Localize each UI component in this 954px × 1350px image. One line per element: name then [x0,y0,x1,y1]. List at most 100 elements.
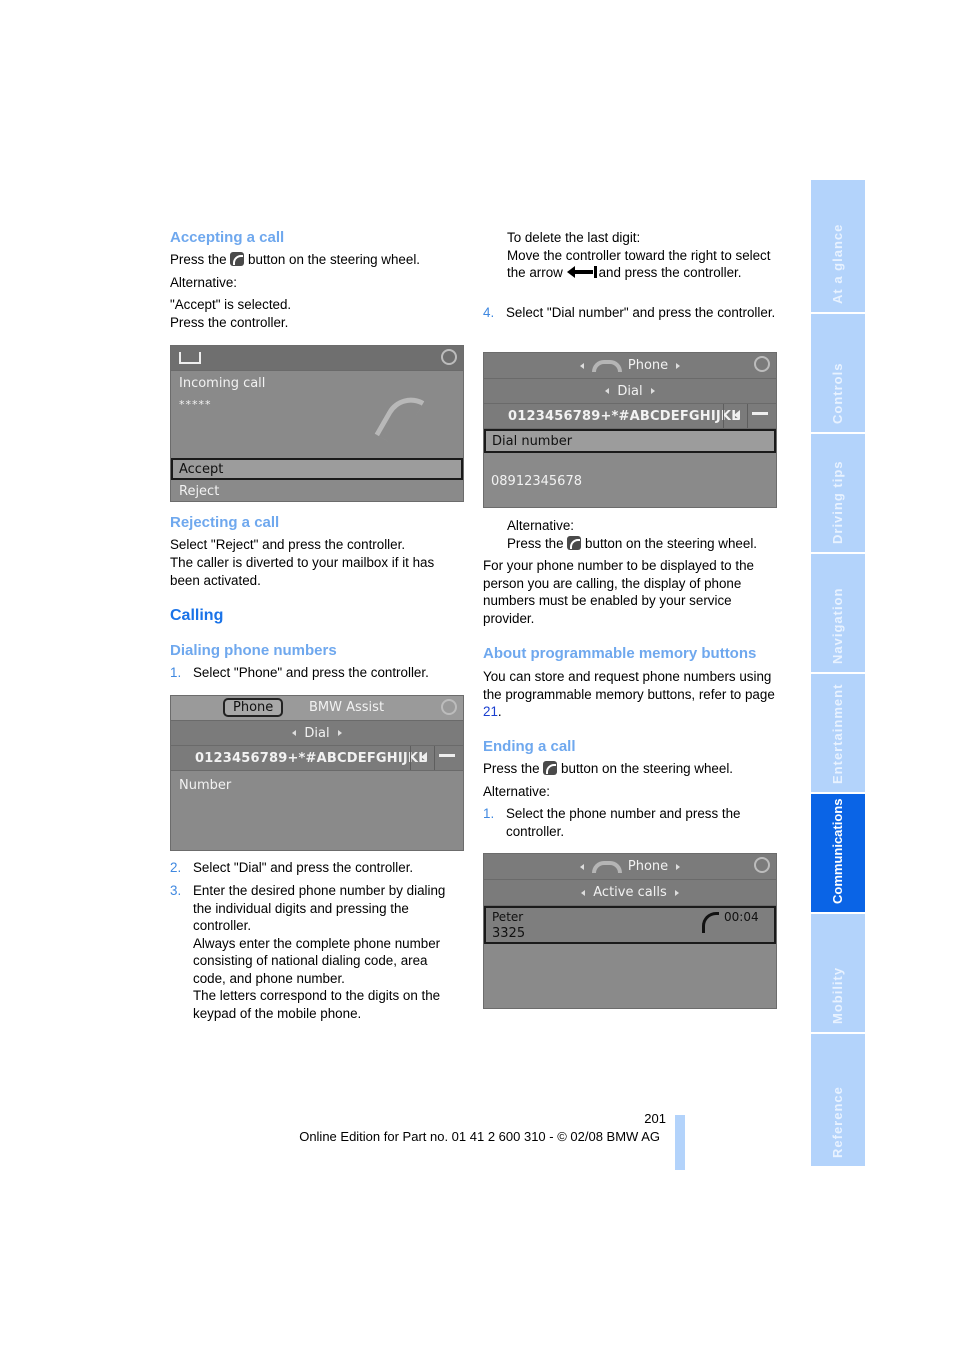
accepting-alternative: Alternative: [170,275,237,290]
step-number: 1. [170,665,182,680]
handset-icon [374,387,425,448]
dialing-step-3: 3. Enter the desired phone number by dia… [170,882,462,1022]
arrow-right-icon [676,362,681,369]
dial-number-screen: Phone Dial 0123456789+*#ABCDEFGHIJKL Dia… [483,352,777,508]
arrow-left-icon [581,889,586,896]
header-label: Phone [627,859,669,874]
phone-menu-screen: Phone BMW Assist Dial 0123456789+*#ABCDE… [170,695,464,851]
screen-header: Phone [484,353,776,379]
cursor-left-icon[interactable] [734,410,740,420]
tab-label: Driving tips [830,460,845,544]
dial-alternative: Alternative: Press the button on the ste… [507,517,782,552]
step-number: 3. [170,883,182,898]
step-text: Select "Dial number" and press the contr… [506,305,776,320]
accepting-instruction: Press the button on the steering wheel. [170,251,470,269]
phone-button-icon [567,535,582,550]
option-accept[interactable]: Accept [171,458,463,480]
step-text: Select "Dial" and press the controller. [193,860,414,875]
page-link[interactable]: 21 [483,704,498,719]
dialing-step-4: 4. Select "Dial number" and press the co… [483,304,778,322]
divider [723,404,724,428]
heading-memory-buttons: About programmable memory buttons [483,645,757,662]
delete-arrow-icon[interactable] [439,754,455,757]
dialing-step-2: 2. Select "Dial" and press the controller… [170,859,470,877]
ending-step-1: 1. Select the phone number and press the… [483,805,778,840]
display-number-note: For your phone number to be displayed to… [483,558,754,626]
side-tab-driving-tips[interactable]: Driving tips [811,434,865,552]
heading-rejecting-call: Rejecting a call [170,514,280,531]
rejecting-instruction: Select "Reject" and press the controller… [170,537,406,552]
keypad-bar[interactable]: 0123456789+*#ABCDEFGHIJKL [171,746,463,771]
alternative-text: Press the button on the steering wheel. [507,535,782,553]
screen-header [171,346,463,371]
step-note-complete-number: Always enter the complete phone number c… [193,935,441,986]
arrow-right-icon [650,388,655,394]
text: Press the [507,535,564,551]
side-tab-controls[interactable]: Controls [811,314,865,432]
side-tab-communications[interactable]: Communications [811,794,865,912]
arrow-left-icon [605,388,610,394]
cursor-left-icon[interactable] [421,752,427,762]
heading-dialing: Dialing phone numbers [170,642,337,659]
delete-digit-instructions: To delete the last digit: Move the contr… [507,229,782,282]
divider [434,746,435,770]
side-tab-navigation[interactable]: Navigation [811,554,865,672]
tab-phone[interactable]: Phone [223,698,284,717]
text: button on the steering wheel. [248,252,421,267]
tab-bmw-assist[interactable]: BMW Assist [309,700,384,715]
back-icon[interactable] [179,352,201,364]
edition-note: Online Edition for Part no. 01 41 2 600 … [299,1129,660,1144]
page-number: 201 [644,1111,666,1126]
option-dial-number[interactable]: Dial number [484,429,776,453]
heading-ending-call: Ending a call [483,738,576,755]
arrow-left-icon [579,863,584,870]
handset-icon [591,359,622,372]
text: Press the [170,252,227,267]
side-tab-mobility[interactable]: Mobility [811,914,865,1032]
step-text: Select the phone number and press the co… [506,806,741,839]
text: You can store and request phone numbers … [483,669,775,702]
menu-dial[interactable]: Dial [484,379,776,404]
side-tab-at-a-glance[interactable]: At a glance [811,180,865,312]
step-number: 4. [483,305,495,320]
delete-arrow-icon[interactable] [752,412,768,415]
dialing-step-1: 1. Select "Phone" and press the controlle… [170,664,470,682]
ending-alternative: Alternative: [483,784,550,799]
side-tab-reference[interactable]: Reference [811,1034,865,1166]
menu-active-calls[interactable]: Active calls [484,880,776,906]
text: button on the steering wheel. [561,761,734,776]
tab-label: Navigation [830,587,845,664]
caller-number: 3325 [492,926,526,941]
controller-icon [441,699,457,715]
step-text: Select "Phone" and press the controller. [193,665,429,680]
rejecting-note: The caller is diverted to your mailbox i… [170,555,435,588]
caller-id: ***** [179,398,212,411]
tab-label: Communications [830,798,845,904]
arrow-left-icon [292,730,297,736]
side-tab-entertainment[interactable]: Entertainment [811,674,865,792]
keypad-characters[interactable]: 0123456789+*#ABCDEFGHIJKL [508,409,740,424]
keypad-bar[interactable]: 0123456789+*#ABCDEFGHIJKL [484,404,776,429]
caller-name: Peter [492,910,524,924]
menu-dial[interactable]: Dial [171,721,463,746]
step-number: 1. [483,806,495,821]
tab-label: Reference [830,1086,845,1158]
option-reject[interactable]: Reject [171,481,463,501]
active-call-item[interactable]: Peter 3325 00:04 [484,906,776,944]
phone-button-icon [543,761,558,775]
accepting-press-note: Press the controller. [170,315,289,330]
text: and press the controller. [598,265,742,280]
active-calls-screen: Phone Active calls Peter 3325 00:04 [483,853,777,1009]
keypad-characters[interactable]: 0123456789+*#ABCDEFGHIJKL [195,751,427,766]
menu-label: Dial [304,725,330,741]
memory-buttons-text: You can store and request phone numbers … [483,668,778,721]
delete-arrow-icon [566,266,599,278]
delete-intro: To delete the last digit: [507,230,641,245]
screen-tabs: Phone BMW Assist [171,696,463,721]
menu-label: Active calls [593,885,667,900]
ending-instruction: Press the button on the steering wheel. [483,760,778,778]
tab-label: Entertainment [830,683,845,784]
heading-calling: Calling [170,607,224,624]
accepting-selected-note: "Accept" is selected. [170,297,292,312]
arrow-right-icon [676,863,681,870]
